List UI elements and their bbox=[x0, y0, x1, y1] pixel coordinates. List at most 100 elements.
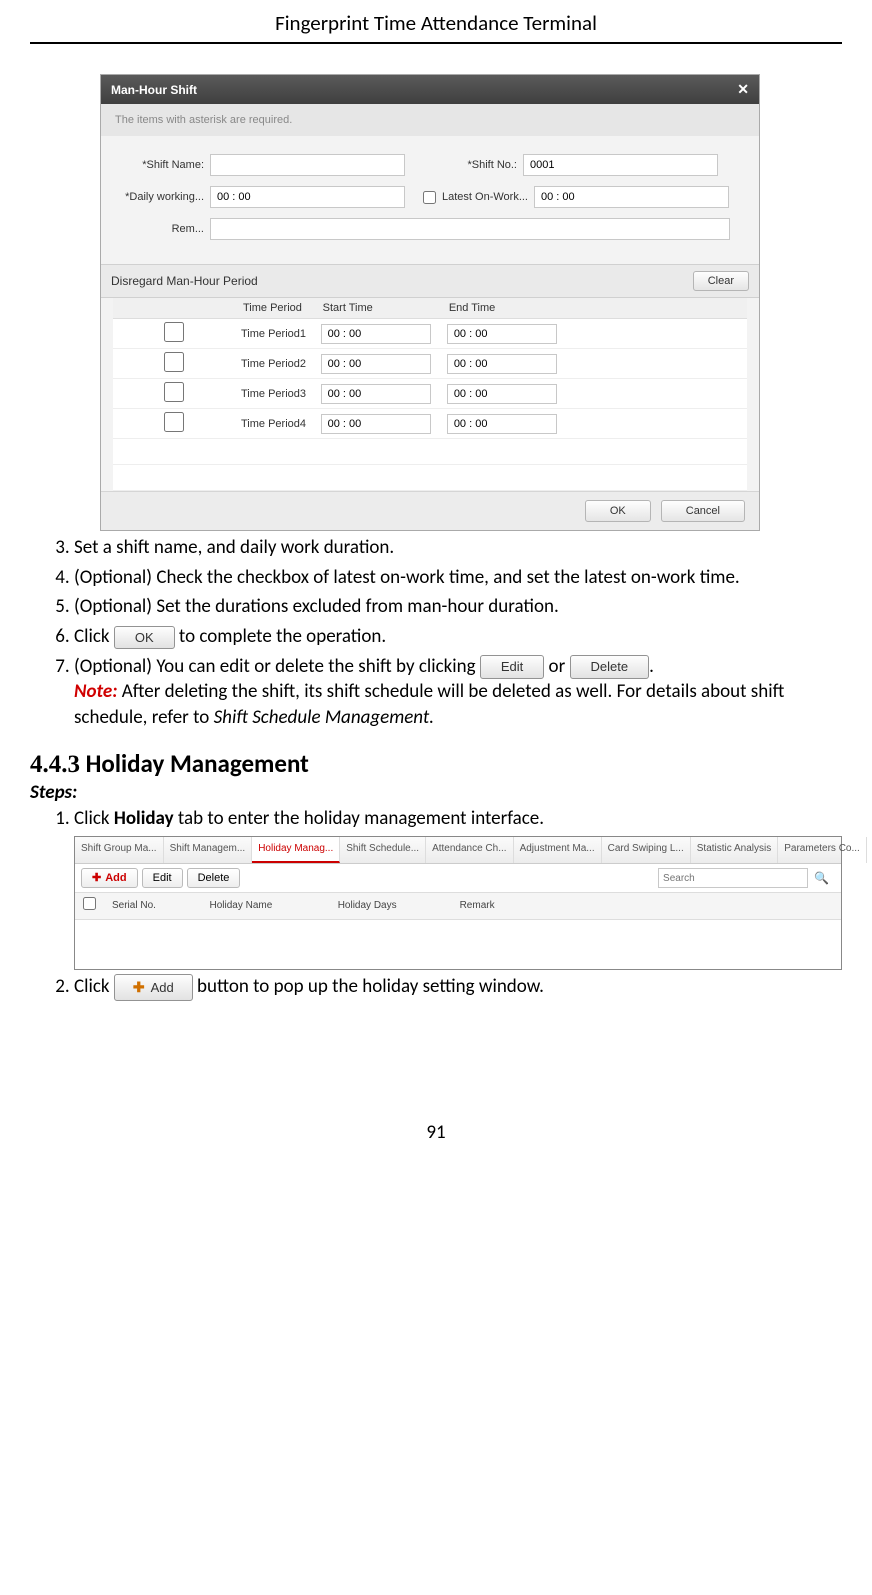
dialog-titlebar: Man-Hour Shift ✕ bbox=[101, 75, 759, 104]
step-text: button to pop up the holiday setting win… bbox=[193, 975, 544, 998]
page-header: Fingerprint Time Attendance Terminal bbox=[30, 10, 842, 44]
close-icon[interactable]: ✕ bbox=[737, 81, 749, 98]
step-7: (Optional) You can edit or delete the sh… bbox=[74, 654, 842, 731]
step-text: Click bbox=[74, 807, 114, 830]
table-row: Time Period1 bbox=[113, 319, 747, 349]
tab-adjustment[interactable]: Adjustment Ma... bbox=[514, 837, 602, 863]
daily-working-input[interactable] bbox=[210, 186, 405, 208]
step-3: Set a shift name, and daily work duratio… bbox=[74, 535, 842, 561]
tab-shift-management[interactable]: Shift Managem... bbox=[164, 837, 253, 863]
latest-onwork-label: Latest On-Work... bbox=[440, 191, 534, 203]
holiday-step-1: Click Holiday tab to enter the holiday m… bbox=[74, 806, 842, 970]
step-5: (Optional) Set the durations excluded fr… bbox=[74, 594, 842, 620]
section-number: 4.4.3 bbox=[30, 751, 80, 778]
note-label: Note: bbox=[74, 680, 117, 703]
daily-working-label: *Daily working... bbox=[115, 191, 210, 203]
shift-name-input[interactable] bbox=[210, 154, 405, 176]
period-checkbox[interactable] bbox=[119, 322, 229, 342]
shift-no-label: *Shift No.: bbox=[423, 159, 523, 171]
add-button[interactable]: ✚ Add bbox=[81, 868, 138, 889]
start-time-input[interactable] bbox=[321, 414, 431, 434]
tab-card-swiping[interactable]: Card Swiping L... bbox=[602, 837, 691, 863]
dialog-title: Man-Hour Shift bbox=[111, 83, 197, 97]
period-name: Time Period1 bbox=[235, 319, 315, 349]
latest-onwork-checkbox[interactable] bbox=[423, 191, 436, 204]
end-time-input[interactable] bbox=[447, 354, 557, 374]
col-remark: Remark bbox=[452, 893, 535, 919]
remark-input[interactable] bbox=[210, 218, 730, 240]
delete-button[interactable]: Delete bbox=[187, 868, 241, 889]
edit-button-inline: Edit bbox=[480, 655, 544, 679]
holiday-management-interface: Shift Group Ma... Shift Managem... Holid… bbox=[74, 836, 842, 970]
step-text: Click bbox=[74, 625, 114, 648]
man-hour-shift-dialog: Man-Hour Shift ✕ The items with asterisk… bbox=[100, 74, 760, 531]
step-text: (Optional) You can edit or delete the sh… bbox=[74, 655, 480, 678]
cancel-button[interactable]: Cancel bbox=[661, 500, 745, 522]
disregard-section-title: Disregard Man-Hour Period bbox=[111, 274, 258, 288]
start-time-input[interactable] bbox=[321, 354, 431, 374]
latest-onwork-input[interactable] bbox=[534, 186, 729, 208]
page-number: 91 bbox=[30, 1121, 842, 1144]
ok-button-inline: OK bbox=[114, 626, 175, 650]
table-row: Time Period2 bbox=[113, 349, 747, 379]
period-checkbox[interactable] bbox=[119, 382, 229, 402]
search-icon[interactable]: 🔍 bbox=[808, 870, 835, 886]
holiday-table: Serial No. Holiday Name Holiday Days Rem… bbox=[75, 893, 841, 969]
step-text: to complete the operation. bbox=[175, 625, 387, 648]
plus-icon: ✚ bbox=[92, 871, 101, 886]
col-start-time: Start Time bbox=[315, 298, 441, 319]
holiday-step-2: Click ✚ Add button to pop up the holiday … bbox=[74, 974, 842, 1001]
add-label: Add bbox=[151, 979, 174, 997]
end-time-input[interactable] bbox=[447, 414, 557, 434]
holiday-tab-name: Holiday bbox=[114, 807, 174, 830]
tab-shift-group[interactable]: Shift Group Ma... bbox=[75, 837, 164, 863]
remark-label: Rem... bbox=[115, 223, 210, 235]
end-time-input[interactable] bbox=[447, 324, 557, 344]
add-button-inline: ✚ Add bbox=[114, 974, 193, 1001]
tab-holiday-management[interactable]: Holiday Manag... bbox=[252, 837, 340, 863]
period-name: Time Period2 bbox=[235, 349, 315, 379]
section-title: Holiday Management bbox=[80, 748, 309, 779]
shift-name-label: *Shift Name: bbox=[115, 159, 210, 171]
tab-shift-schedule[interactable]: Shift Schedule... bbox=[340, 837, 426, 863]
step-4: (Optional) Check the checkbox of latest … bbox=[74, 565, 842, 591]
col-serial-no: Serial No. bbox=[104, 893, 201, 919]
col-holiday-days: Holiday Days bbox=[330, 893, 452, 919]
tabs-bar: Shift Group Ma... Shift Managem... Holid… bbox=[75, 837, 841, 864]
step-text: Click bbox=[74, 975, 114, 998]
tab-statistic[interactable]: Statistic Analysis bbox=[691, 837, 778, 863]
edit-button[interactable]: Edit bbox=[142, 868, 183, 889]
table-row: Time Period4 bbox=[113, 409, 747, 439]
step-text: or bbox=[544, 655, 569, 678]
start-time-input[interactable] bbox=[321, 324, 431, 344]
step-text: tab to enter the holiday management inte… bbox=[174, 807, 544, 830]
period-checkbox[interactable] bbox=[119, 412, 229, 432]
period-name: Time Period3 bbox=[235, 379, 315, 409]
plus-icon: ✚ bbox=[133, 978, 145, 997]
col-end-time: End Time bbox=[441, 298, 567, 319]
section-heading: 4.4.3 Holiday Management bbox=[30, 748, 842, 779]
add-label: Add bbox=[105, 871, 126, 886]
period-checkbox[interactable] bbox=[119, 352, 229, 372]
note-reference: Shift Schedule Management. bbox=[214, 706, 434, 729]
tab-parameters[interactable]: Parameters Co... bbox=[778, 837, 867, 863]
tab-attendance-check[interactable]: Attendance Ch... bbox=[426, 837, 514, 863]
time-period-table: Time Period Start Time End Time Time Per… bbox=[113, 298, 747, 491]
required-notice: The items with asterisk are required. bbox=[101, 104, 759, 136]
start-time-input[interactable] bbox=[321, 384, 431, 404]
clear-button[interactable]: Clear bbox=[693, 271, 749, 291]
col-holiday-name: Holiday Name bbox=[201, 893, 329, 919]
period-name: Time Period4 bbox=[235, 409, 315, 439]
ok-button[interactable]: OK bbox=[585, 500, 651, 522]
steps-label: Steps: bbox=[30, 781, 842, 804]
end-time-input[interactable] bbox=[447, 384, 557, 404]
col-time-period: Time Period bbox=[235, 298, 315, 319]
tab-data-manage[interactable]: Data Manage... bbox=[867, 837, 872, 863]
step-6: Click OK to complete the operation. bbox=[74, 624, 842, 650]
step-text: . bbox=[649, 655, 654, 678]
select-all-checkbox[interactable] bbox=[83, 897, 96, 910]
shift-no-input[interactable] bbox=[523, 154, 718, 176]
search-input[interactable] bbox=[658, 868, 808, 888]
table-row: Time Period3 bbox=[113, 379, 747, 409]
toolbar: ✚ Add Edit Delete 🔍 bbox=[75, 864, 841, 894]
